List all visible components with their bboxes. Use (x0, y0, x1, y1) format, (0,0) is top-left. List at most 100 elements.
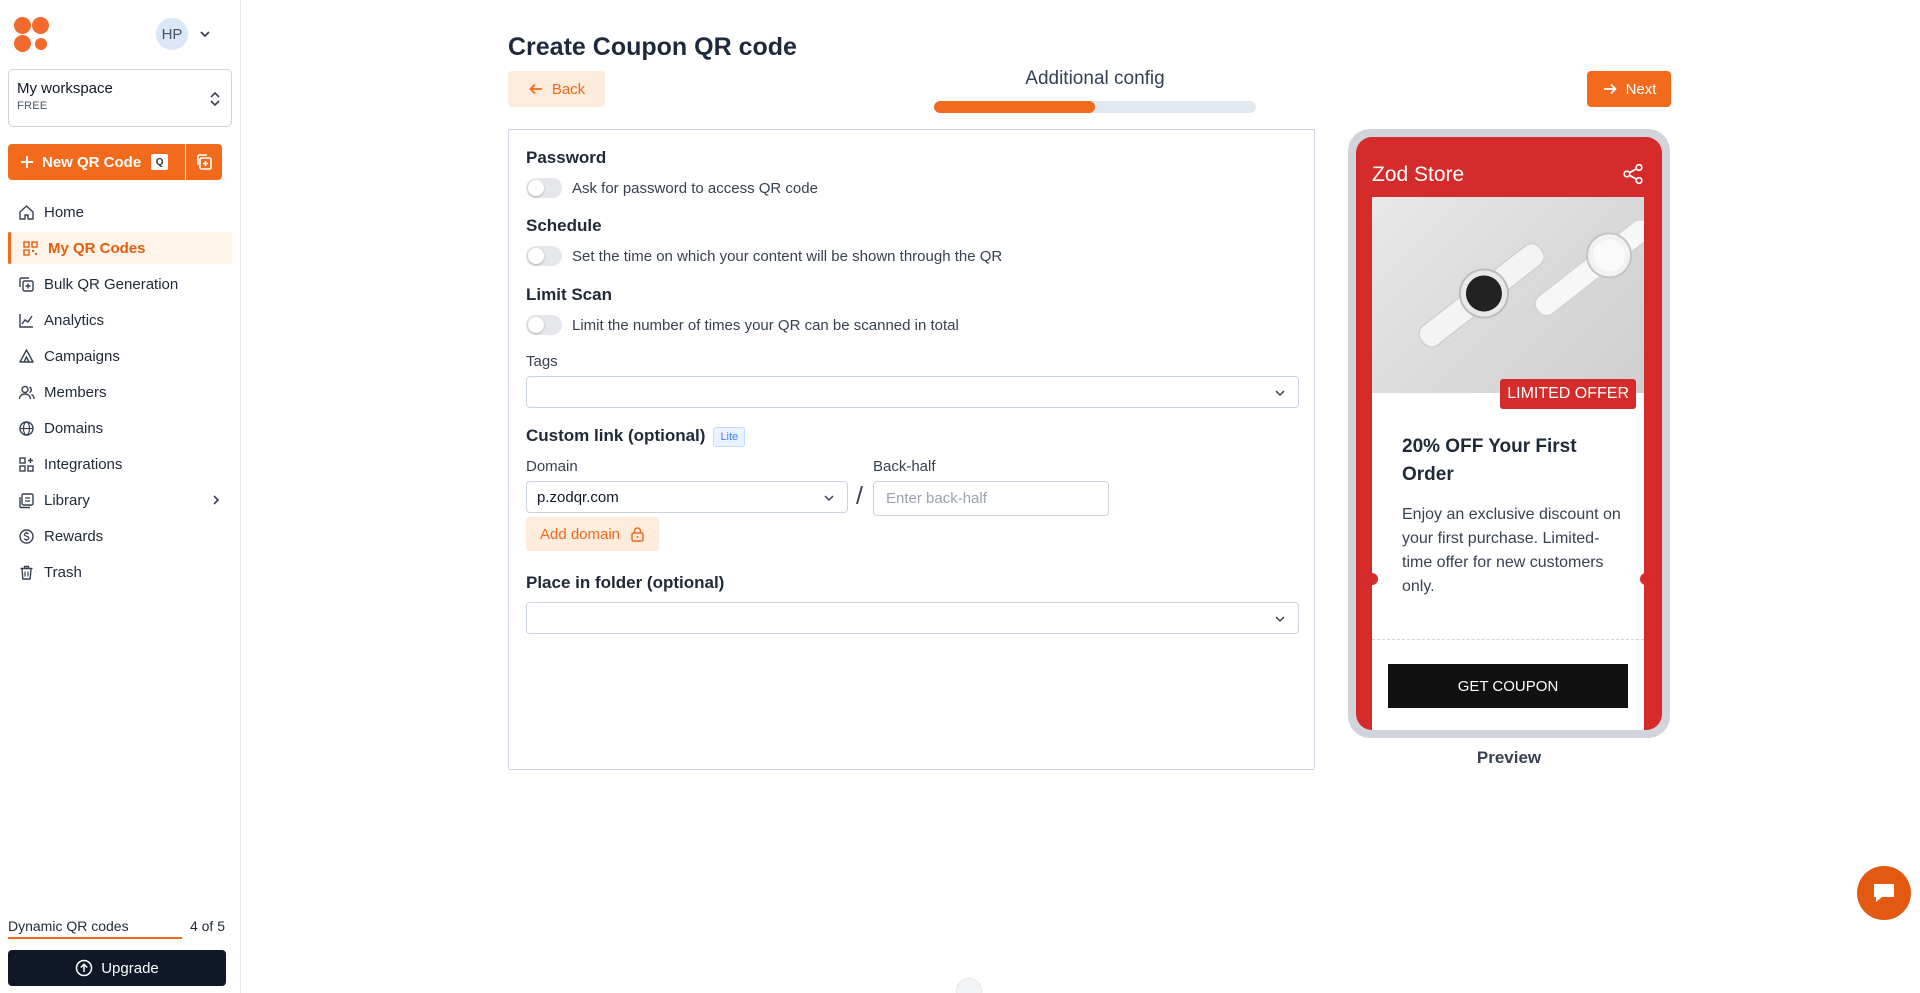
coupon-notch-right (1640, 573, 1652, 585)
upgrade-button[interactable]: Upgrade (8, 950, 226, 986)
sidebar-item-label: Members (44, 383, 107, 401)
get-coupon-button[interactable]: GET COUPON (1388, 664, 1628, 708)
shortcut-key: Q (151, 154, 169, 170)
sidebar-item-library[interactable]: Library (8, 484, 232, 516)
coupon-notch-left (1366, 573, 1378, 585)
step-label: Additional config (1025, 68, 1165, 89)
chart-icon (19, 313, 33, 328)
integrations-icon (19, 456, 34, 472)
upgrade-label: Upgrade (101, 959, 159, 977)
sidebar-item-integrations[interactable]: Integrations (8, 448, 232, 480)
limit-scan-title: Limit Scan (526, 285, 612, 304)
new-qr-code-label: New QR Code (42, 153, 142, 171)
folder-title: Place in folder (optional) (526, 573, 725, 592)
password-row: Ask for password to access QR code (526, 178, 818, 198)
password-title: Password (526, 148, 607, 167)
domain-value: p.zodqr.com (537, 488, 619, 506)
sidebar-item-my-qr-codes[interactable]: My QR Codes (8, 232, 232, 264)
chevron-down-icon (1275, 616, 1285, 623)
limited-offer-badge: LIMITED OFFER (1500, 379, 1636, 409)
trash-icon (20, 565, 33, 580)
bulk-create-button[interactable] (186, 144, 222, 180)
workspace-switcher[interactable]: My workspace FREE (8, 69, 232, 127)
usage-meter: Dynamic QR codes 4 of 5 (8, 918, 225, 934)
chevron-up-down-icon (210, 91, 220, 107)
coupon-screen: Zod Store LIMITED OFFER 20% OFF Your Fir… (1356, 137, 1662, 730)
lock-icon (631, 527, 644, 542)
arrow-up-circle-icon (75, 959, 93, 977)
custom-link-title: Custom link (optional) Lite (526, 426, 746, 447)
product-image (1372, 197, 1644, 393)
chat-support-button[interactable] (1857, 866, 1911, 920)
sidebar-item-label: Home (44, 203, 85, 221)
backhalf-label: Back-half (873, 458, 936, 475)
arrow-right-icon (1603, 83, 1617, 95)
sidebar-item-domains[interactable]: Domains (8, 412, 232, 444)
back-button[interactable]: Back (508, 71, 605, 107)
password-description: Ask for password to access QR code (572, 179, 818, 197)
new-qr-code-button[interactable]: New QR Code Q (8, 144, 185, 180)
chevron-down-icon (1275, 390, 1285, 397)
chevron-right-icon (213, 495, 220, 505)
schedule-toggle[interactable] (526, 246, 562, 266)
plus-icon (21, 156, 33, 168)
add-domain-label: Add domain (539, 525, 621, 543)
domain-label: Domain (526, 458, 578, 475)
user-menu[interactable]: HP (156, 18, 212, 50)
schedule-row: Set the time on which your content will … (526, 246, 1002, 266)
app-logo[interactable] (14, 17, 50, 53)
backhalf-input[interactable] (873, 481, 1109, 516)
sidebar-item-campaigns[interactable]: Campaigns (8, 340, 232, 372)
coupon-description: Enjoy an exclusive discount on your firs… (1402, 506, 1621, 595)
sidebar-item-home[interactable]: Home (8, 196, 232, 228)
sidebar-item-analytics[interactable]: Analytics (8, 304, 232, 336)
coupon-title: 20% OFF Your First Order (1402, 436, 1577, 485)
lite-badge: Lite (713, 426, 746, 447)
qr-grid-icon (23, 240, 38, 256)
sidebar-item-label: Analytics (44, 311, 105, 329)
sidebar-item-label: Integrations (44, 455, 123, 473)
home-icon (19, 204, 34, 220)
copy-plus-icon (197, 154, 212, 170)
limit-scan-toggle[interactable] (526, 315, 562, 335)
sidebar-item-label: Campaigns (44, 347, 120, 365)
chat-icon (1874, 884, 1894, 902)
schedule-title: Schedule (526, 216, 602, 235)
tags-label: Tags (526, 353, 558, 370)
sidebar-item-trash[interactable]: Trash (8, 556, 232, 588)
step-progress-bar (934, 101, 1256, 113)
arrow-left-icon (529, 83, 542, 95)
password-toggle[interactable] (526, 178, 562, 198)
bottom-logo-icon (956, 978, 982, 993)
step-progress-fill (934, 101, 1095, 113)
sidebar-item-label: My QR Codes (48, 239, 146, 257)
sidebar-item-rewards[interactable]: Rewards (8, 520, 232, 552)
coin-icon (19, 528, 34, 544)
sidebar-item-label: Rewards (44, 527, 104, 545)
page-title: Create Coupon QR code (508, 33, 797, 61)
next-button[interactable]: Next (1587, 71, 1671, 107)
watch-illustration (1418, 219, 1644, 348)
share-icon[interactable] (1622, 163, 1644, 185)
sidebar-item-bulk-qr-generation[interactable]: Bulk QR Generation (8, 268, 232, 300)
tags-select[interactable] (526, 376, 1299, 408)
sidebar-item-label: Domains (44, 419, 104, 437)
chevron-down-icon (824, 495, 834, 502)
next-label: Next (1625, 80, 1657, 98)
add-domain-button[interactable]: Add domain (526, 517, 659, 551)
workspace-name: My workspace (17, 80, 113, 97)
sidebar-item-label: Bulk QR Generation (44, 275, 179, 293)
campaign-icon (19, 348, 34, 363)
link-separator: / (856, 482, 863, 510)
additional-config-form: Password Ask for password to access QR c… (508, 129, 1315, 770)
sidebar-item-label: Library (44, 491, 90, 509)
sidebar-item-members[interactable]: Members (8, 376, 232, 408)
store-name: Zod Store (1372, 163, 1465, 186)
usage-bar (8, 937, 182, 939)
folder-select[interactable] (526, 602, 1299, 634)
sidebar-nav: Home My QR Codes Bulk QR Generation Anal… (8, 196, 232, 592)
library-icon (19, 492, 34, 508)
domain-select[interactable]: p.zodqr.com (526, 481, 848, 513)
limit-scan-description: Limit the number of times your QR can be… (572, 316, 959, 334)
usage-label: Dynamic QR codes (8, 918, 129, 934)
